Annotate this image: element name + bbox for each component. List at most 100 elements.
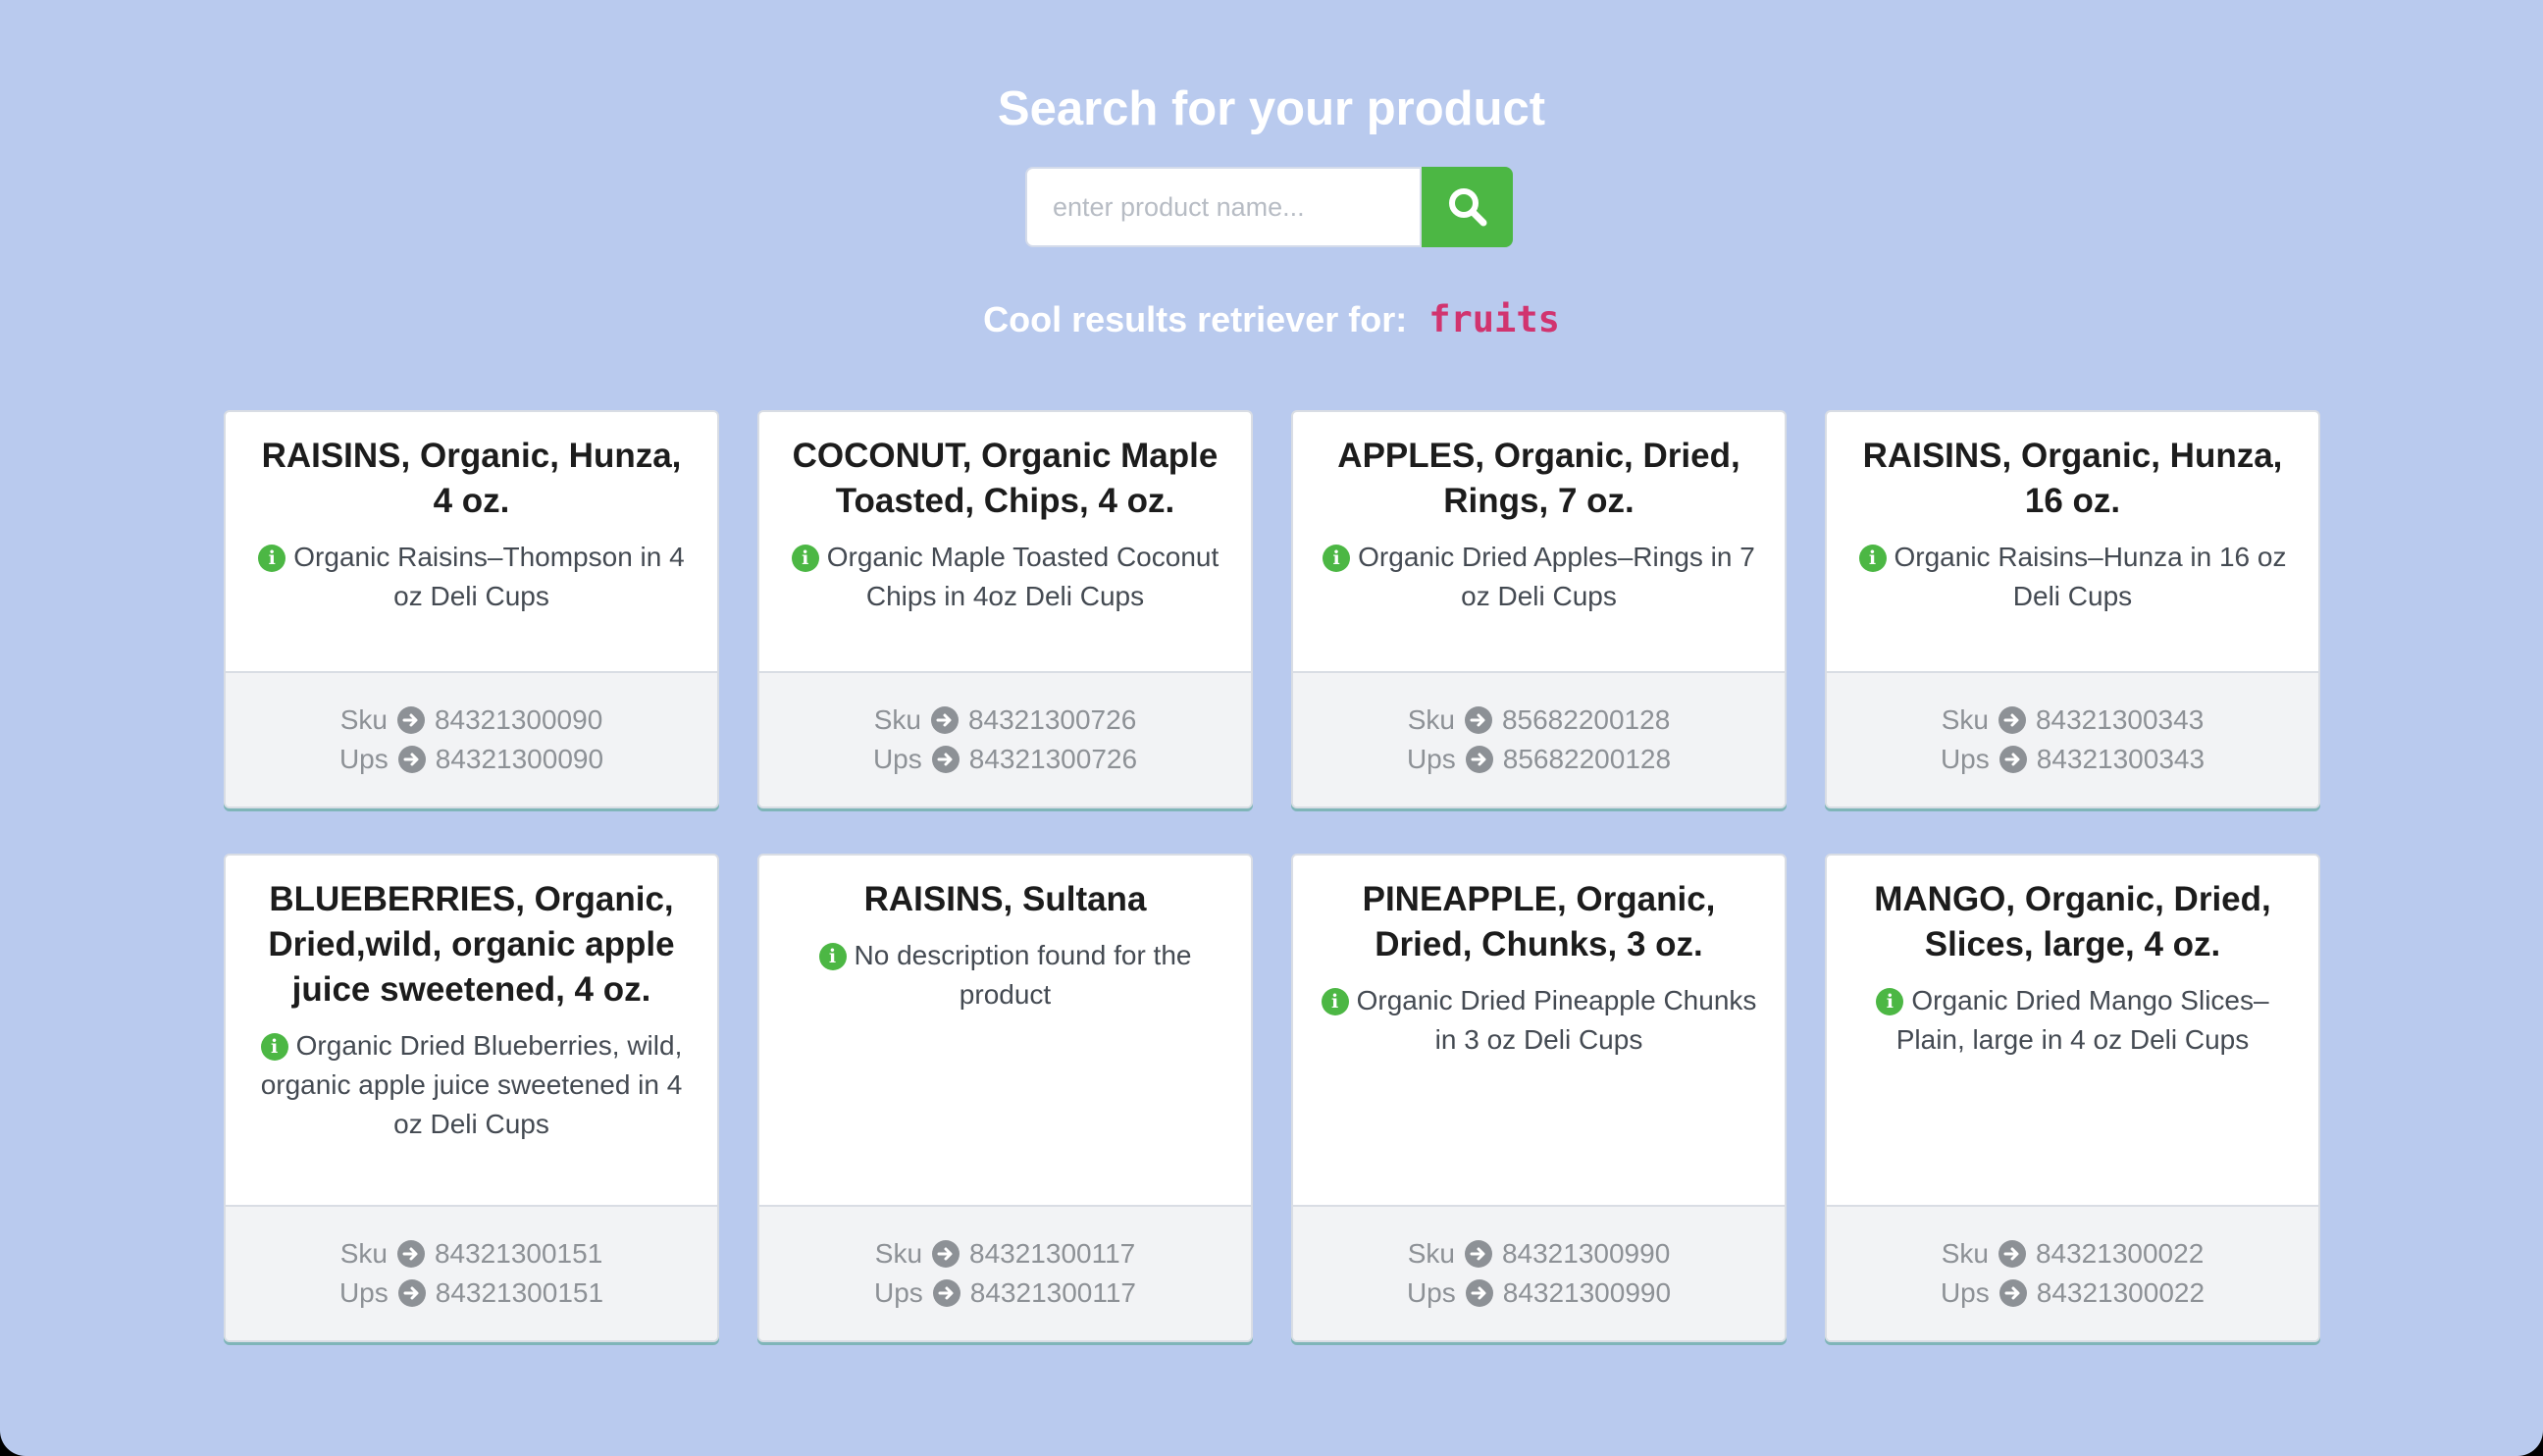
product-grid: RAISINS, Organic, Hunza, 4 oz. i Organic … — [224, 410, 2321, 1342]
product-description-block: i Organic Dried Apples–Rings in 7 oz Deli… — [1317, 538, 1761, 616]
page-background: Search for your product Cool results ret… — [0, 0, 2543, 1456]
info-icon: i — [1321, 988, 1349, 1015]
ups-row: Ups 84321300117 — [874, 1274, 1136, 1313]
product-card[interactable]: MANGO, Organic, Dried, Slices, large, 4 … — [1825, 854, 2320, 1342]
arrow-right-circle-icon — [1465, 746, 1493, 773]
ups-value: 84321300022 — [2036, 1277, 2206, 1308]
card-body: RAISINS, Sultana i No description found f… — [759, 856, 1251, 1205]
sku-row: Sku 84321300117 — [875, 1234, 1135, 1274]
product-description-block: i Organic Dried Mango Slices–Plain, large… — [1850, 981, 2295, 1060]
product-title: BLUEBERRIES, Organic, Dried,wild, organi… — [268, 880, 675, 1009]
ups-row: Ups 84321300343 — [1941, 740, 2205, 779]
sku-label: Sku — [874, 1238, 923, 1269]
arrow-right-circle-icon — [932, 1279, 960, 1307]
ups-label: Ups — [1940, 744, 1990, 774]
product-title: RAISINS, Sultana — [863, 880, 1147, 918]
product-description-block: i Organic Dried Pineapple Chunks in 3 oz … — [1317, 981, 1761, 1060]
card-body: BLUEBERRIES, Organic, Dried,wild, organi… — [226, 856, 717, 1205]
search-input[interactable] — [1025, 167, 1422, 247]
sku-label: Sku — [1941, 1238, 1989, 1269]
sku-label: Sku — [339, 704, 388, 735]
ups-row: Ups 84321300726 — [873, 740, 1137, 779]
product-card[interactable]: RAISINS, Organic, Hunza, 16 oz. i Organic… — [1825, 410, 2320, 808]
ups-row: Ups 84321300990 — [1407, 1274, 1671, 1313]
product-description: Organic Dried Mango Slices–Plain, large … — [1895, 985, 2269, 1055]
product-description: Organic Raisins–Hunza in 16 oz Deli Cups — [1894, 542, 2287, 611]
product-description: Organic Dried Apples–Rings in 7 oz Deli … — [1358, 542, 1755, 611]
sku-label: Sku — [339, 1238, 388, 1269]
product-title: RAISINS, Organic, Hunza, 16 oz. — [1862, 437, 2283, 520]
ups-label: Ups — [873, 1277, 923, 1308]
sku-label: Sku — [873, 704, 921, 735]
sku-row: Sku 85682200128 — [1408, 701, 1671, 740]
info-icon: i — [818, 943, 847, 970]
ups-value: 84321300990 — [1502, 1277, 1672, 1308]
card-footer: Sku 84321300151 Ups 84321300151 — [226, 1205, 717, 1340]
card-body: APPLES, Organic, Dried, Rings, 7 oz. i Or… — [1293, 412, 1785, 671]
card-footer: Sku 84321300990 Ups 84321300990 — [1293, 1205, 1785, 1340]
info-icon: i — [258, 545, 286, 572]
card-footer: Sku 84321300117 Ups 84321300117 — [759, 1205, 1251, 1340]
ups-label: Ups — [1940, 1277, 1990, 1308]
sku-row: Sku 84321300022 — [1942, 1234, 2205, 1274]
results-label: Cool results retriever for: — [983, 299, 1408, 339]
product-description-block: i No description found for the product — [783, 936, 1227, 1014]
search-bar — [1025, 167, 1513, 247]
sku-row: Sku 84321300990 — [1408, 1234, 1671, 1274]
product-card[interactable]: COCONUT, Organic Maple Toasted, Chips, 4… — [757, 410, 1253, 808]
ups-row: Ups 84321300090 — [339, 740, 603, 779]
card-footer: Sku 84321300090 Ups 84321300090 — [226, 671, 717, 806]
arrow-right-circle-icon — [930, 706, 959, 734]
ups-label: Ups — [1406, 1277, 1456, 1308]
sku-label: Sku — [1941, 704, 1989, 735]
ups-value: 84321300726 — [968, 744, 1138, 774]
arrow-right-circle-icon — [396, 1240, 425, 1268]
ups-label: Ups — [338, 1277, 389, 1308]
product-card[interactable]: RAISINS, Sultana i No description found f… — [757, 854, 1253, 1342]
product-description: Organic Dried Blueberries, wild, organic… — [260, 1030, 683, 1139]
sku-value: 85682200128 — [1501, 704, 1671, 735]
product-description: No description found for the product — [854, 940, 1192, 1010]
arrow-right-circle-icon — [397, 1279, 426, 1307]
card-body: MANGO, Organic, Dried, Slices, large, 4 … — [1827, 856, 2318, 1205]
card-footer: Sku 84321300726 Ups 84321300726 — [759, 671, 1251, 806]
product-description-block: i Organic Dried Blueberries, wild, organi… — [249, 1026, 694, 1144]
sku-value: 84321300343 — [2035, 704, 2205, 735]
product-card[interactable]: APPLES, Organic, Dried, Rings, 7 oz. i Or… — [1291, 410, 1787, 808]
ups-row: Ups 84321300022 — [1941, 1274, 2205, 1313]
card-footer: Sku 84321300022 Ups 84321300022 — [1827, 1205, 2318, 1340]
arrow-right-circle-icon — [1465, 1279, 1493, 1307]
product-title: APPLES, Organic, Dried, Rings, 7 oz. — [1337, 437, 1740, 520]
info-icon: i — [260, 1033, 288, 1061]
ups-value: 84321300343 — [2036, 744, 2206, 774]
search-button[interactable] — [1422, 167, 1513, 247]
product-description: Organic Dried Pineapple Chunks in 3 oz D… — [1356, 985, 1757, 1055]
card-footer: Sku 84321300343 Ups 84321300343 — [1827, 671, 2318, 806]
arrow-right-circle-icon — [1998, 1279, 2027, 1307]
sku-value: 84321300990 — [1501, 1238, 1671, 1269]
card-body: PINEAPPLE, Organic, Dried, Chunks, 3 oz.… — [1293, 856, 1785, 1205]
ups-row: Ups 84321300151 — [339, 1274, 603, 1313]
page-header: Search for your product — [0, 75, 2543, 143]
sku-row: Sku 84321300343 — [1942, 701, 2205, 740]
card-body: RAISINS, Organic, Hunza, 16 oz. i Organic… — [1827, 412, 2318, 671]
arrow-right-circle-icon — [1464, 706, 1492, 734]
product-card[interactable]: PINEAPPLE, Organic, Dried, Chunks, 3 oz.… — [1291, 854, 1787, 1342]
arrow-right-circle-icon — [1464, 1240, 1492, 1268]
product-title: RAISINS, Organic, Hunza, 4 oz. — [261, 437, 682, 520]
sku-value: 84321300726 — [967, 704, 1137, 735]
ups-value: 84321300117 — [969, 1277, 1136, 1308]
info-icon: i — [791, 545, 819, 572]
sku-label: Sku — [1407, 1238, 1455, 1269]
sku-label: Sku — [1407, 704, 1455, 735]
ups-value: 84321300090 — [435, 744, 604, 774]
ups-row: Ups 85682200128 — [1407, 740, 1671, 779]
product-card[interactable]: RAISINS, Organic, Hunza, 4 oz. i Organic … — [224, 410, 719, 808]
sku-row: Sku 84321300090 — [340, 701, 603, 740]
product-description-block: i Organic Raisins–Hunza in 16 oz Deli Cup… — [1850, 538, 2295, 616]
product-title: COCONUT, Organic Maple Toasted, Chips, 4… — [792, 437, 1219, 520]
product-card[interactable]: BLUEBERRIES, Organic, Dried,wild, organi… — [224, 854, 719, 1342]
ups-label: Ups — [1406, 744, 1456, 774]
product-description-block: i Organic Raisins–Thompson in 4 oz Deli C… — [249, 538, 694, 616]
product-description: Organic Raisins–Thompson in 4 oz Deli Cu… — [293, 542, 685, 611]
